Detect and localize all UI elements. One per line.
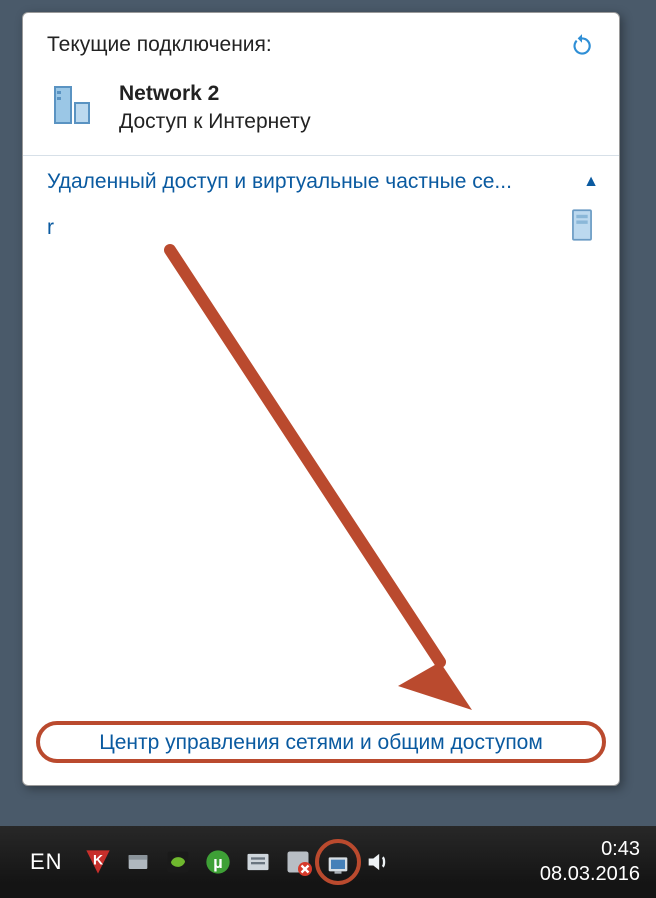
warning-tray-icon[interactable] xyxy=(281,845,315,879)
app-tray-icon[interactable] xyxy=(241,845,275,879)
taskbar-clock[interactable]: 0:43 08.03.2016 xyxy=(540,837,656,887)
vpn-section-header[interactable]: Удаленный доступ и виртуальные частные с… xyxy=(23,156,619,198)
dropbox-icon[interactable] xyxy=(121,845,155,879)
system-tray: K µ xyxy=(81,845,395,879)
connection-name: Network 2 xyxy=(119,80,311,108)
vpn-item[interactable]: r xyxy=(23,198,619,254)
nvidia-icon[interactable] xyxy=(161,845,195,879)
clock-date: 08.03.2016 xyxy=(540,862,640,887)
vpn-item-label: r xyxy=(47,216,54,240)
chevron-up-icon[interactable]: ▲ xyxy=(575,173,599,191)
refresh-icon[interactable] xyxy=(569,33,595,62)
kaspersky-icon[interactable]: K xyxy=(81,845,115,879)
network-icon xyxy=(47,81,101,135)
language-indicator[interactable]: EN xyxy=(0,849,81,875)
network-tray-icon[interactable] xyxy=(321,845,355,879)
taskbar: EN K µ 0:43 08.03.2016 xyxy=(0,826,656,898)
connection-status: Доступ к Интернету xyxy=(119,108,311,136)
empty-area xyxy=(23,254,619,719)
popup-title: Текущие подключения: xyxy=(47,33,272,57)
volume-icon[interactable] xyxy=(361,845,395,879)
utorrent-icon[interactable]: µ xyxy=(201,845,235,879)
current-connection[interactable]: Network 2 Доступ к Интернету xyxy=(23,72,619,155)
vpn-section-title: Удаленный доступ и виртуальные частные с… xyxy=(47,170,512,194)
network-flyout-panel: Текущие подключения: Network 2 Доступ к … xyxy=(22,12,620,786)
svg-text:K: K xyxy=(93,851,103,867)
server-icon xyxy=(569,208,595,248)
clock-time: 0:43 xyxy=(540,837,640,862)
svg-text:µ: µ xyxy=(213,854,222,872)
network-sharing-center-link[interactable]: Центр управления сетями и общим доступом xyxy=(89,729,553,757)
